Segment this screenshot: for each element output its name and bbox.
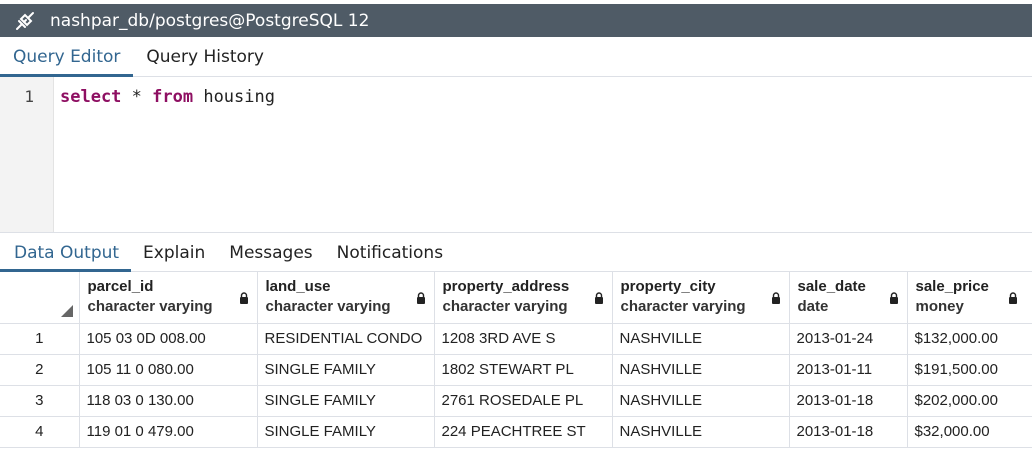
cell-land-use[interactable]: SINGLE FAMILY	[257, 354, 435, 386]
cell-property-address[interactable]: 224 PEACHTREE ST	[434, 416, 613, 448]
row-number[interactable]: 1	[0, 323, 80, 355]
cell-sale-price[interactable]: $32,000.00	[907, 416, 1032, 448]
cell-sale-date[interactable]: 2013-01-11	[789, 354, 908, 386]
connection-titlebar: nashpar_db/postgres@PostgreSQL 12	[0, 4, 1032, 37]
column-header-land-use[interactable]: land_use character varying	[257, 272, 435, 324]
table-name: housing	[193, 87, 275, 107]
column-header-sale-price[interactable]: sale_price money	[907, 272, 1032, 324]
tab-messages[interactable]: Messages	[217, 233, 324, 272]
cell-sale-date[interactable]: 2013-01-24	[789, 323, 908, 355]
line-gutter: 1	[0, 77, 54, 232]
lock-icon	[239, 292, 248, 304]
row-number[interactable]: 4	[0, 416, 80, 448]
tab-notifications[interactable]: Notifications	[325, 233, 455, 272]
table-row[interactable]: 1 105 03 0D 008.00 RESIDENTIAL CONDO 120…	[0, 323, 1032, 355]
line-number: 1	[24, 87, 34, 106]
tab-data-output[interactable]: Data Output	[0, 233, 132, 272]
column-header-property-address[interactable]: property_address character varying	[434, 272, 613, 324]
select-all-corner[interactable]	[0, 272, 80, 324]
lock-icon	[771, 292, 780, 304]
lock-icon	[1008, 292, 1017, 304]
table-row[interactable]: 4 119 01 0 479.00 SINGLE FAMILY 224 PEAC…	[0, 416, 1032, 448]
cell-sale-date[interactable]: 2013-01-18	[789, 416, 908, 448]
cell-sale-date[interactable]: 2013-01-18	[789, 385, 908, 417]
cell-property-city[interactable]: NASHVILLE	[612, 354, 790, 386]
cell-property-address[interactable]: 1208 3RD AVE S	[434, 323, 613, 355]
sort-corner-icon	[60, 304, 73, 317]
connection-title: nashpar_db/postgres@PostgreSQL 12	[50, 10, 370, 31]
cell-property-city[interactable]: NASHVILLE	[612, 323, 790, 355]
cell-parcel-id[interactable]: 119 01 0 479.00	[79, 416, 258, 448]
cell-property-city[interactable]: NASHVILLE	[612, 385, 790, 417]
cell-sale-price[interactable]: $202,000.00	[907, 385, 1032, 417]
cell-property-address[interactable]: 2761 ROSEDALE PL	[434, 385, 613, 417]
result-table: parcel_id character varying land_use cha…	[0, 272, 1032, 448]
lock-icon	[416, 292, 425, 304]
keyword-select: select	[60, 87, 122, 107]
tab-query-editor[interactable]: Query Editor	[0, 37, 134, 77]
lock-icon	[594, 292, 603, 304]
cell-land-use[interactable]: RESIDENTIAL CONDO	[257, 323, 435, 355]
output-tabbar: Data Output Explain Messages Notificatio…	[0, 232, 1032, 272]
sql-editor[interactable]: 1 select * from housing	[0, 77, 1032, 232]
table-row[interactable]: 3 118 03 0 130.00 SINGLE FAMILY 2761 ROS…	[0, 385, 1032, 417]
cell-property-address[interactable]: 1802 STEWART PL	[434, 354, 613, 386]
cell-property-city[interactable]: NASHVILLE	[612, 416, 790, 448]
row-number[interactable]: 3	[0, 385, 80, 417]
keyword-from: from	[152, 87, 194, 107]
lock-icon	[889, 292, 898, 304]
plug-disconnected-icon[interactable]	[0, 4, 50, 37]
row-number[interactable]: 2	[0, 354, 80, 386]
cell-land-use[interactable]: SINGLE FAMILY	[257, 416, 435, 448]
tab-explain[interactable]: Explain	[131, 233, 217, 272]
operator-star: *	[121, 87, 153, 107]
table-row[interactable]: 2 105 11 0 080.00 SINGLE FAMILY 1802 STE…	[0, 354, 1032, 386]
cell-parcel-id[interactable]: 118 03 0 130.00	[79, 385, 258, 417]
cell-land-use[interactable]: SINGLE FAMILY	[257, 385, 435, 417]
cell-sale-price[interactable]: $191,500.00	[907, 354, 1032, 386]
cell-parcel-id[interactable]: 105 11 0 080.00	[79, 354, 258, 386]
cell-sale-price[interactable]: $132,000.00	[907, 323, 1032, 355]
data-output-grid: parcel_id character varying land_use cha…	[0, 272, 1032, 451]
editor-tabbar: Query Editor Query History	[0, 37, 1032, 77]
column-header-parcel-id[interactable]: parcel_id character varying	[79, 272, 258, 324]
cell-parcel-id[interactable]: 105 03 0D 008.00	[79, 323, 258, 355]
tab-query-history[interactable]: Query History	[133, 37, 277, 77]
column-header-sale-date[interactable]: sale_date date	[789, 272, 908, 324]
sql-code-line[interactable]: select * from housing	[60, 87, 275, 107]
table-header-row: parcel_id character varying land_use cha…	[0, 272, 1032, 324]
column-header-property-city[interactable]: property_city character varying	[612, 272, 790, 324]
